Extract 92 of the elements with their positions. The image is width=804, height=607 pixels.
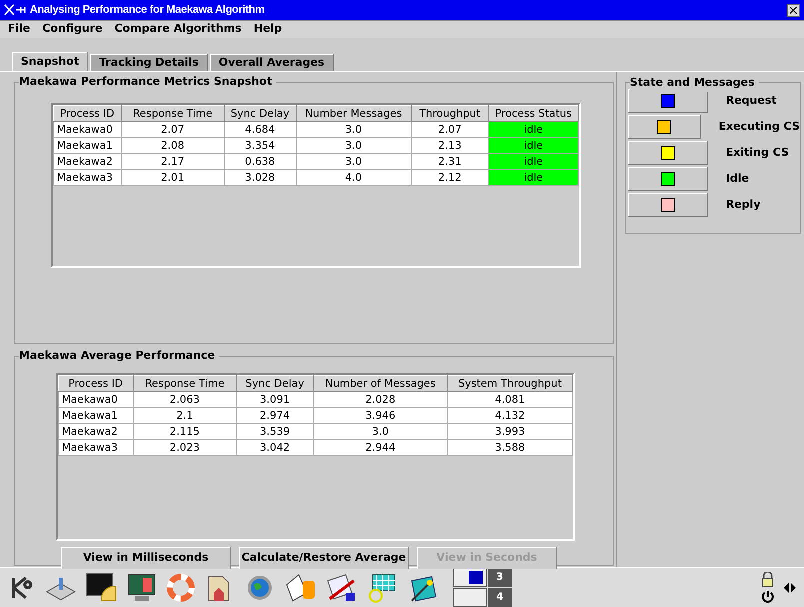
table-cell: 2.17: [121, 154, 224, 170]
action-button[interactable]: Calculate/Restore Average: [239, 547, 409, 569]
table-cell: Maekawa0: [54, 122, 122, 138]
table-cell: 2.31: [411, 154, 489, 170]
window-title: Analysing Performance for Maekawa Algorithm: [30, 2, 265, 18]
tab[interactable]: Tracking Details: [90, 54, 208, 71]
table-cell: 2.115: [133, 424, 237, 440]
legend-label: Idle: [726, 170, 750, 187]
column-header[interactable]: Throughput: [411, 106, 489, 122]
column-header[interactable]: Number Messages: [296, 106, 412, 122]
table-cell: Maekawa2: [58, 424, 134, 440]
table-cell: 3.0: [296, 122, 412, 138]
panel-title: State and Messages: [630, 75, 759, 92]
table-cell: 0.638: [224, 154, 296, 170]
column-header[interactable]: Process ID: [54, 106, 122, 122]
table-cell: 3.042: [236, 440, 314, 456]
table-cell: 2.12: [411, 170, 489, 186]
legend-label: Exiting CS: [726, 144, 790, 161]
menu-item[interactable]: File: [8, 21, 31, 38]
table-cell: 4.684: [224, 122, 296, 138]
column-header[interactable]: Response Time: [121, 106, 224, 122]
table-cell: 4.081: [448, 392, 572, 408]
column-header[interactable]: Process Status: [488, 106, 578, 122]
table-cell: 2.07: [411, 122, 489, 138]
table-cell: 3.0: [296, 154, 412, 170]
close-icon: [790, 6, 797, 14]
lock-icon[interactable]: [761, 572, 775, 588]
column-header[interactable]: Sync Delay: [236, 376, 314, 392]
table-cell: 2.023: [133, 440, 237, 456]
legend-label: Reply: [726, 196, 761, 213]
legend-swatch-button[interactable]: [628, 167, 708, 191]
action-button[interactable]: View in Milliseconds: [61, 547, 231, 569]
monitor-icon[interactable]: [127, 572, 157, 602]
column-header[interactable]: Process ID: [58, 376, 134, 392]
double-arrow-icon[interactable]: [784, 580, 796, 594]
table-cell: Maekawa1: [54, 138, 122, 154]
table-cell: 2.01: [121, 170, 224, 186]
table-cell: Maekawa0: [58, 392, 134, 408]
column-header[interactable]: Sync Delay: [224, 106, 296, 122]
app-icon: [4, 4, 26, 16]
table-cell: Maekawa3: [58, 440, 134, 456]
table-cell: 4.132: [448, 408, 572, 424]
status-cell: idle: [488, 154, 578, 170]
power-icon[interactable]: [761, 590, 775, 604]
table-cell: Maekawa2: [54, 154, 122, 170]
mail-icon[interactable]: [285, 572, 317, 602]
terminal-icon[interactable]: [86, 572, 118, 602]
table-cell: 3.588: [448, 440, 572, 456]
table-cell: 3.993: [448, 424, 572, 440]
table-cell: 2.028: [313, 392, 448, 408]
legend-label: Executing CS: [718, 118, 800, 135]
desktop-number[interactable]: 4: [488, 588, 512, 607]
legend-swatch-button[interactable]: [628, 115, 701, 139]
lifebuoy-icon[interactable]: [166, 572, 196, 602]
legend-label: Request: [726, 92, 777, 109]
desktop-pager-thumbnail[interactable]: [453, 588, 487, 607]
table-cell: 2.07: [121, 122, 224, 138]
legend-swatch-button[interactable]: [628, 193, 708, 217]
editor-icon[interactable]: [326, 572, 358, 602]
table-cell: 2.13: [411, 138, 489, 154]
panel-title: Maekawa Average Performance: [19, 348, 220, 364]
menu-item[interactable]: Compare Algorithms: [114, 21, 242, 38]
table-cell: 3.946: [313, 408, 448, 424]
menu-item[interactable]: Help: [254, 21, 282, 38]
legend-swatch-button[interactable]: [628, 141, 708, 165]
panel-title: Maekawa Performance Metrics Snapshot: [19, 74, 276, 90]
table-cell: Maekawa1: [58, 408, 134, 424]
table-cell: 2.063: [133, 392, 237, 408]
menu-item[interactable]: Configure: [42, 21, 103, 38]
column-header[interactable]: Number of Messages: [313, 376, 448, 392]
table-cell: 2.08: [121, 138, 224, 154]
table-cell: 3.028: [224, 170, 296, 186]
status-cell: idle: [488, 170, 578, 186]
table-cell: 2.1: [133, 408, 237, 424]
table-cell: Maekawa3: [54, 170, 122, 186]
table-cell: 2.974: [236, 408, 314, 424]
table-cell: 2.944: [313, 440, 448, 456]
column-header[interactable]: Response Time: [133, 376, 237, 392]
table-cell: 3.0: [313, 424, 448, 440]
table-cell: 3.354: [224, 138, 296, 154]
table-cell: 3.539: [236, 424, 314, 440]
table-cell: 3.091: [236, 392, 314, 408]
tab[interactable]: Overall Averages: [210, 54, 334, 71]
desktop-pager-thumbnail[interactable]: [453, 568, 487, 587]
status-cell: idle: [488, 138, 578, 154]
desktop-number[interactable]: 3: [488, 568, 512, 587]
table-cell: 3.0: [296, 138, 412, 154]
status-cell: idle: [488, 122, 578, 138]
window-close-button[interactable]: [787, 4, 800, 16]
tab[interactable]: Snapshot: [12, 52, 88, 71]
table-cell: 4.0: [296, 170, 412, 186]
column-header[interactable]: System Throughput: [448, 376, 572, 392]
